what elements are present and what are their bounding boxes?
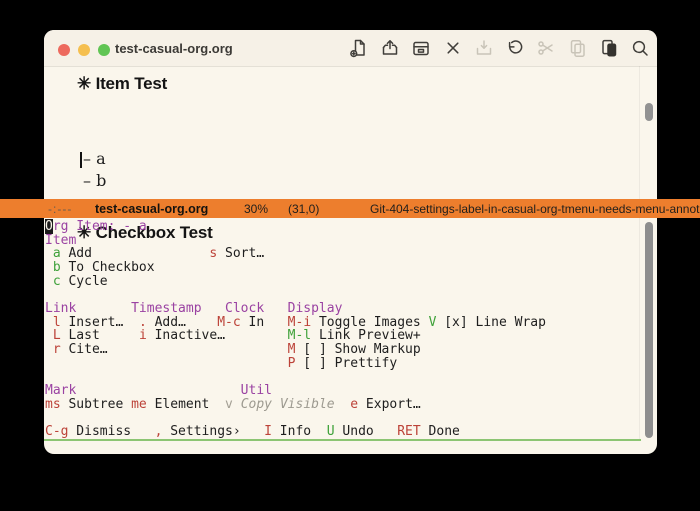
menu-line: Link Timestamp Clock Display [45,302,546,316]
org-buffer-scrollbar[interactable] [639,66,657,199]
menu-text: Subtree [60,396,132,412]
modeline-status: -:--- [48,202,73,216]
menu-line: C-g Dismiss , Settings› I Info U Undo RE… [45,425,546,439]
toolbar [348,30,651,66]
modeline-percent: 30% [244,202,269,216]
new-file-icon[interactable] [348,37,370,59]
menu-text: Copy Visible [232,396,335,412]
menu-text: Export… [358,396,421,412]
close-window-button[interactable] [58,44,70,56]
menu-key[interactable]: me [131,397,147,412]
menu-text: Info [271,424,327,440]
menu-text: Cycle [60,273,108,289]
emacs-window: test-casual-org.org ✳ Item Test – a– b– … [44,30,657,454]
menu-line: L Last i Inactive… M-l Link Preview+ [45,329,546,343]
save-icon[interactable] [410,37,432,59]
menu-key[interactable]: c [53,274,61,289]
screenshot-stage: test-casual-org.org ✳ Item Test – a– b– … [0,0,700,511]
menu-line: a Add s Sort… [45,247,546,261]
titlebar: test-casual-org.org [44,30,657,67]
menu-text: Done [420,424,460,440]
org-list-item: – a [83,149,106,168]
menu-line: r Cite… M [ ] Show Markup [45,343,546,357]
open-file-icon[interactable] [379,37,401,59]
search-icon[interactable] [629,37,651,59]
transient-menu-buffer: Org Item: - a Item a Add s Sort… b To Che… [44,218,657,441]
menu-line: ms Subtree me Element v Copy Visible e E… [45,396,546,412]
paste-icon[interactable] [598,37,620,59]
window-title: test-casual-org.org [115,41,233,56]
menu-text: [ ] Prettify [295,355,398,371]
menu-key[interactable]: I [264,424,272,439]
menu-line [45,370,546,384]
menu-scrollbar[interactable] [639,218,657,439]
close-buffer-icon[interactable] [442,37,464,59]
minimize-window-button[interactable] [78,44,90,56]
menu-line: b To Checkbox [45,261,546,275]
modeline-cursor-position: (31,0) [288,202,320,216]
menu-text: Settings› [162,424,265,440]
menu-line: Item [45,233,546,248]
menu-text [335,397,351,412]
menu-text [45,356,288,371]
save-as-icon [473,37,495,59]
modeline-buffer-name: test-casual-org.org [95,202,209,216]
menu-key[interactable]: e [350,397,358,412]
menu-key[interactable]: U [327,424,335,439]
transient-menu-lines: Org Item: - a Item a Add s Sort… b To Che… [45,219,546,439]
traffic-lights [58,44,110,56]
scrollbar-thumb[interactable] [645,222,653,438]
org-heading: ✳ Item Test [77,74,168,93]
menu-text: Dismiss [68,424,155,440]
menu-line [45,411,546,425]
menu-line [45,288,546,302]
menu-text: v [225,396,233,412]
menu-text: Undo [334,424,398,440]
scrollbar-thumb[interactable] [645,103,653,121]
menu-key[interactable]: C-g [45,424,68,439]
cut-icon [535,37,557,59]
copy-icon [567,37,589,59]
menu-line: Org Item: - a [45,219,546,234]
menu-text: Element [146,396,226,412]
menu-text: Sort… [217,246,265,262]
menu-key[interactable]: RET [397,424,420,439]
menu-line: c Cycle [45,273,546,289]
text-cursor [80,152,82,168]
modeline-vc-branch: Git-404-settings-label-in-casual-org-tme… [370,202,700,216]
menu-text: [x] Line Wrap [436,314,546,330]
menu-bottom-rule [44,439,641,441]
org-list-item: – b [83,171,107,190]
menu-line: l Insert… . Add… M-c In M-i Toggle Image… [45,314,546,330]
modeline: -:--- test-casual-org.org 30% (31,0) Git… [0,199,700,218]
undo-icon[interactable] [504,37,526,59]
menu-line: Mark Util [45,384,546,398]
zoom-window-button[interactable] [98,44,110,56]
org-buffer[interactable]: ✳ Item Test – a– b– c ✳ Checkbox Test [44,66,657,242]
menu-line: P [ ] Prettify [45,355,546,371]
